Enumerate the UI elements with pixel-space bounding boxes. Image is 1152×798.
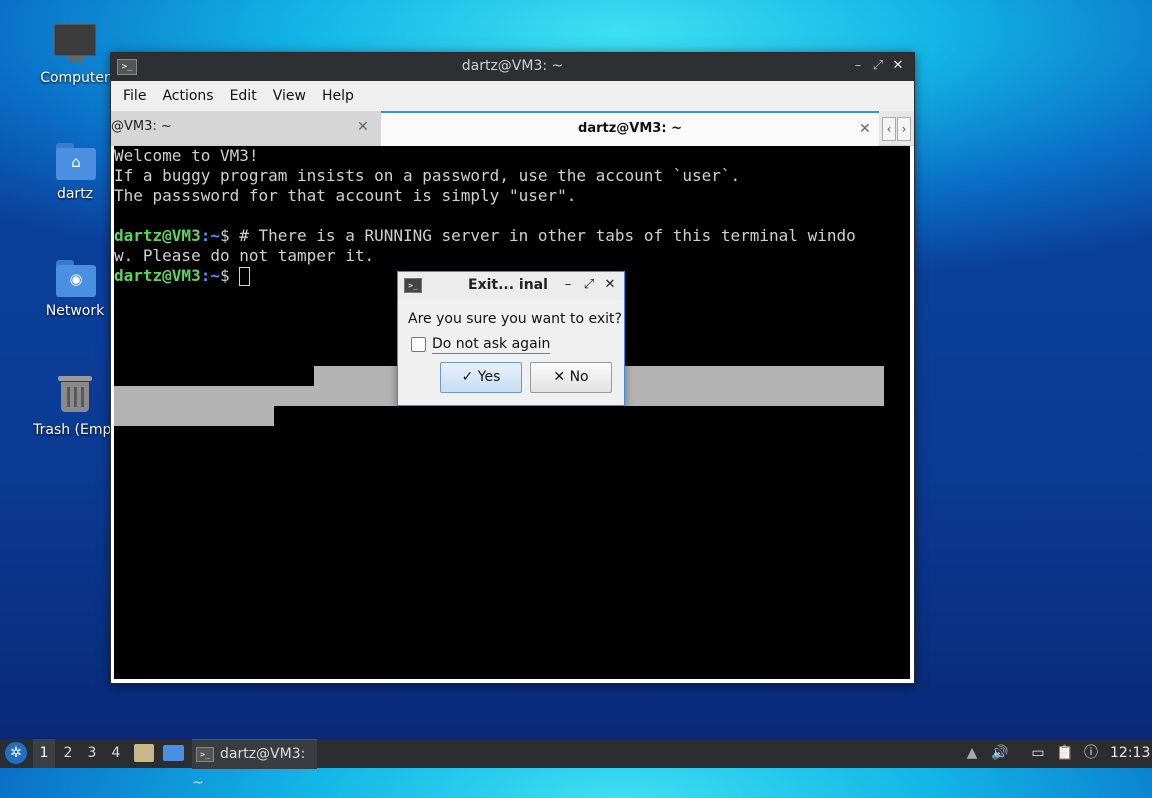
maximize-icon[interactable]: ⤢ xyxy=(581,276,597,294)
taskbar-task-terminal[interactable]: >_ dartz@VM3: ~ xyxy=(192,739,317,791)
prompt-sign: $ xyxy=(219,266,240,285)
minimize-icon[interactable]: – xyxy=(849,57,867,75)
close-icon[interactable]: ✕ xyxy=(889,57,907,75)
tab-inactive[interactable]: @VM3: ~ ✕ xyxy=(111,111,381,145)
do-not-ask-label[interactable]: Do not ask again xyxy=(432,336,551,354)
desktop-icon-home-folder[interactable]: ⌂ dartz xyxy=(27,140,123,202)
prompt-user: dartz@VM3 xyxy=(114,266,201,285)
prompt-user: dartz@VM3 xyxy=(114,226,201,245)
taskbar: ✲ 1 2 3 4 >_ dartz@VM3: ~ ▲ 🔊 ▭ 📋 ⓘ 12:13 xyxy=(0,739,1152,791)
terminal-line: If a buggy program insists on a password… xyxy=(114,166,741,185)
x-icon: ✕ xyxy=(553,369,570,385)
menu-help[interactable]: Help xyxy=(314,81,362,111)
exit-dialog: >_ Exit... inal – ⤢ ✕ Are you sure you w… xyxy=(397,271,625,406)
desktop-icon-label: dartz xyxy=(56,186,94,202)
render-artifact xyxy=(114,386,314,406)
dialog-title: Exit... inal xyxy=(468,277,548,293)
window-title: dartz@VM3: ~ xyxy=(461,58,564,74)
close-icon[interactable]: ✕ xyxy=(602,276,618,294)
yes-button[interactable]: ✓ Yes xyxy=(440,362,522,393)
file-manager-icon[interactable] xyxy=(134,744,154,762)
terminal-command: # There is a RUNNING server in other tab… xyxy=(239,226,856,245)
tab-scroll-left-icon[interactable]: ‹ xyxy=(882,117,896,141)
yes-button-label: Yes xyxy=(477,369,501,385)
tab-label: @VM3: ~ xyxy=(111,119,172,134)
network-folder-icon: ◉ xyxy=(54,257,96,299)
window-titlebar[interactable]: >_ dartz@VM3: ~ – ⤢ ✕ xyxy=(111,53,914,81)
no-button[interactable]: ✕ No xyxy=(530,362,612,393)
terminal-line: Welcome to VM3! xyxy=(114,146,259,165)
tab-scroll-right-icon[interactable]: › xyxy=(897,117,911,141)
prompt-path: :~ xyxy=(200,266,220,285)
tab-label: dartz@VM3: ~ xyxy=(578,121,682,136)
terminal-line: The passsword for that account is simply… xyxy=(114,186,577,205)
terminal-output[interactable]: Welcome to VM3! If a buggy program insis… xyxy=(114,146,910,679)
desktop-icon-computer[interactable]: Computer xyxy=(27,24,123,86)
notification-icon[interactable]: ⓘ xyxy=(1081,739,1101,768)
maximize-icon[interactable]: ⤢ xyxy=(869,57,887,75)
show-desktop-icon[interactable] xyxy=(163,745,184,761)
check-icon: ✓ xyxy=(461,369,478,385)
menu-edit[interactable]: Edit xyxy=(222,81,265,111)
workspace-4[interactable]: 4 xyxy=(105,739,127,768)
no-button-label: No xyxy=(569,369,589,385)
clipboard-icon[interactable]: 📋 xyxy=(1055,739,1075,768)
menu-file[interactable]: File xyxy=(115,81,154,111)
tab-close-icon[interactable]: ✕ xyxy=(859,113,871,145)
workspace-3[interactable]: 3 xyxy=(81,739,103,768)
tray-expand-icon[interactable]: ▲ xyxy=(962,739,982,768)
render-artifact xyxy=(114,406,274,426)
dialog-titlebar[interactable]: >_ Exit... inal – ⤢ ✕ xyxy=(398,272,624,299)
tab-bar: @VM3: ~ ✕ dartz@VM3: ~ ✕ ‹ › xyxy=(111,111,914,147)
minimize-icon[interactable]: – xyxy=(560,276,576,294)
terminal-icon: >_ xyxy=(404,278,422,293)
terminal-line: w. Please do not tamper it. xyxy=(114,246,375,265)
workspace-1[interactable]: 1 xyxy=(33,739,55,768)
computer-icon xyxy=(54,24,96,66)
volume-icon[interactable]: 🔊 xyxy=(990,739,1010,768)
trash-icon xyxy=(54,376,96,418)
desktop-icon-label: Network xyxy=(45,303,105,319)
tab-active[interactable]: dartz@VM3: ~ ✕ xyxy=(381,111,879,147)
desktop-icon-label: Trash (Empt xyxy=(33,422,117,438)
network-icon[interactable]: ▭ xyxy=(1028,739,1048,768)
terminal-icon: >_ xyxy=(196,746,214,762)
do-not-ask-checkbox[interactable] xyxy=(411,337,426,352)
start-menu-icon[interactable]: ✲ xyxy=(5,742,27,764)
menu-view[interactable]: View xyxy=(265,81,314,111)
clock[interactable]: 12:13 xyxy=(1110,739,1150,768)
home-folder-icon: ⌂ xyxy=(54,140,96,182)
menubar: File Actions Edit View Help xyxy=(111,81,914,111)
desktop-icon-network[interactable]: ◉ Network xyxy=(27,257,123,319)
dialog-message: Are you sure you want to exit? xyxy=(408,311,622,327)
prompt-path: :~ xyxy=(200,226,220,245)
prompt-sign: $ xyxy=(219,226,240,245)
workspace-2[interactable]: 2 xyxy=(57,739,79,768)
desktop-icon-trash[interactable]: Trash (Empt xyxy=(27,372,123,438)
desktop-icon-label: Computer xyxy=(40,70,110,86)
menu-actions[interactable]: Actions xyxy=(154,81,221,111)
terminal-command-line: dartz@VM3:~$ # There is a RUNNING server… xyxy=(114,226,910,246)
terminal-cursor xyxy=(239,267,251,286)
tab-close-icon[interactable]: ✕ xyxy=(357,111,369,143)
